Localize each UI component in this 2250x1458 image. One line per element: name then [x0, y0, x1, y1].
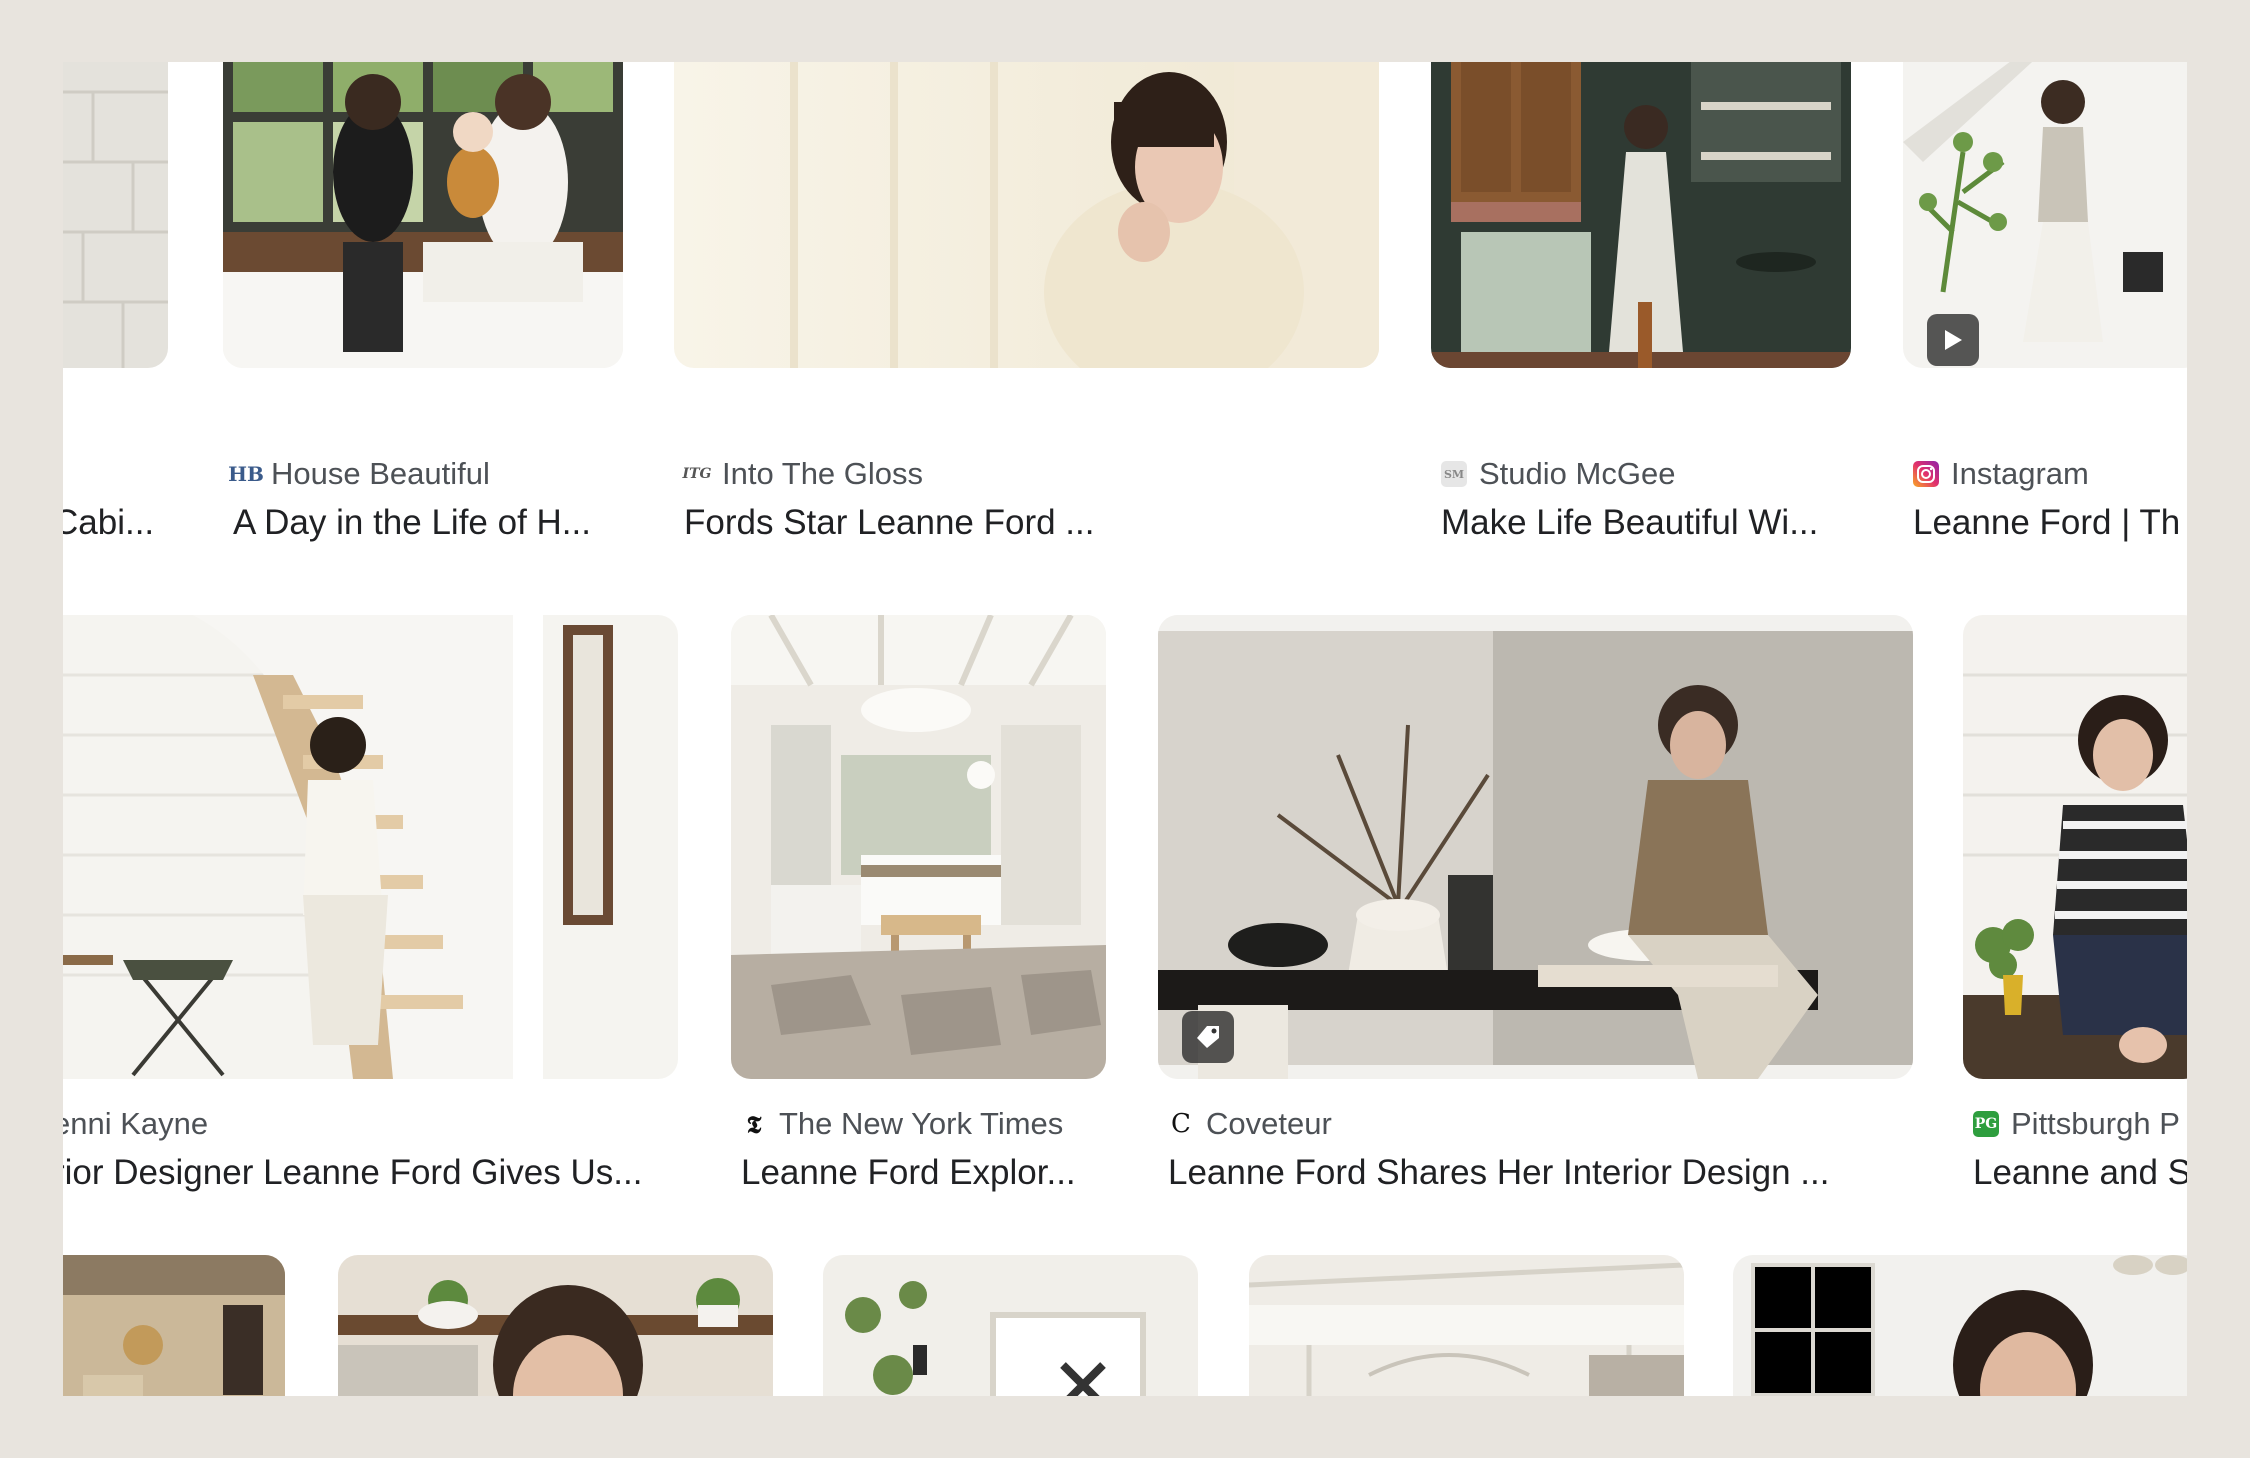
instagram-logo-icon: [1913, 461, 1939, 487]
result-thumbnail[interactable]: [223, 62, 623, 368]
result-card[interactable]: Instagram Leanne Ford | Th: [1903, 62, 2187, 542]
result-card[interactable]: HB House Beautiful A Day in the Life of …: [223, 62, 623, 542]
play-icon[interactable]: [1927, 314, 1979, 366]
result-card[interactable]: [823, 1255, 1198, 1396]
result-card[interactable]: ITG Into The Gloss Fords Star Leanne For…: [674, 62, 1379, 542]
result-title[interactable]: Leanne Ford | Th: [1913, 500, 2180, 546]
result-card[interactable]: enni Kayne rior Designer Leanne Ford Giv…: [63, 615, 678, 1275]
result-card[interactable]: C Coveteur Leanne Ford Shares Her Interi…: [1158, 615, 1913, 1275]
result-title[interactable]: rior Designer Leanne Ford Gives Us...: [63, 1150, 642, 1196]
result-source: PG Pittsburgh P: [1973, 1104, 2180, 1144]
result-card[interactable]: [338, 1255, 773, 1396]
result-title[interactable]: Leanne Ford Explor...: [741, 1150, 1076, 1196]
house-beautiful-logo-icon: HB: [228, 462, 264, 486]
source-name: Pittsburgh P: [2011, 1106, 2180, 1141]
source-name: House Beautiful: [271, 456, 490, 491]
result-thumbnail[interactable]: [63, 1255, 285, 1396]
source-name: enni Kayne: [63, 1106, 209, 1141]
result-thumbnail[interactable]: [1963, 615, 2187, 1079]
result-thumbnail[interactable]: [731, 615, 1106, 1079]
result-thumbnail[interactable]: [823, 1255, 1198, 1396]
result-source: SM Studio McGee: [1441, 454, 1675, 494]
result-title[interactable]: Leanne and S: [1973, 1150, 2187, 1196]
pittsburgh-post-gazette-logo-icon: PG: [1973, 1111, 1999, 1137]
result-thumbnail[interactable]: [338, 1255, 773, 1396]
result-card[interactable]: 𝕿 The New York Times Leanne Ford Explor.…: [731, 615, 1106, 1275]
result-thumbnail[interactable]: [1431, 62, 1851, 368]
result-thumbnail[interactable]: [1249, 1255, 1684, 1396]
image-results-grid: Cabi... HB House Beautiful A Day in the …: [63, 62, 2187, 1396]
result-title[interactable]: Make Life Beautiful Wi...: [1441, 500, 1818, 546]
result-title[interactable]: Leanne Ford Shares Her Interior Design .…: [1168, 1150, 1829, 1196]
source-name: The New York Times: [779, 1106, 1064, 1141]
result-source: 𝕿 The New York Times: [741, 1104, 1064, 1144]
result-card[interactable]: PG Pittsburgh P Leanne and S: [1963, 615, 2187, 1275]
source-name: Into The Gloss: [722, 456, 924, 491]
result-card[interactable]: [1733, 1255, 2187, 1396]
result-source: enni Kayne: [63, 1104, 208, 1144]
result-thumbnail[interactable]: [63, 615, 678, 1079]
result-title[interactable]: Fords Star Leanne Ford ...: [684, 500, 1094, 546]
result-card[interactable]: [63, 1255, 285, 1396]
result-source: C Coveteur: [1168, 1104, 1332, 1144]
source-name: Instagram: [1951, 456, 2089, 491]
result-thumbnail[interactable]: [674, 62, 1379, 368]
result-card[interactable]: SM Studio McGee Make Life Beautiful Wi..…: [1431, 62, 1851, 542]
studio-mcgee-logo-icon: SM: [1441, 461, 1467, 487]
result-title[interactable]: A Day in the Life of H...: [233, 500, 591, 546]
source-name: Coveteur: [1206, 1106, 1332, 1141]
result-thumbnail[interactable]: [1158, 615, 1913, 1079]
result-card[interactable]: Cabi...: [63, 62, 168, 542]
result-source: HB House Beautiful: [228, 454, 490, 494]
result-source: Instagram: [1913, 454, 2089, 494]
price-tag-icon[interactable]: [1182, 1011, 1234, 1063]
result-title[interactable]: Cabi...: [63, 500, 154, 546]
result-thumbnail[interactable]: [1733, 1255, 2187, 1396]
nyt-logo-icon: 𝕿: [746, 1109, 762, 1139]
source-name: Studio McGee: [1479, 456, 1676, 491]
result-thumbnail[interactable]: [63, 62, 168, 368]
into-the-gloss-logo-icon: ITG: [682, 466, 712, 482]
result-source: ITG Into The Gloss: [682, 454, 924, 494]
coveteur-logo-icon: C: [1171, 1109, 1191, 1139]
result-card[interactable]: [1249, 1255, 1684, 1396]
